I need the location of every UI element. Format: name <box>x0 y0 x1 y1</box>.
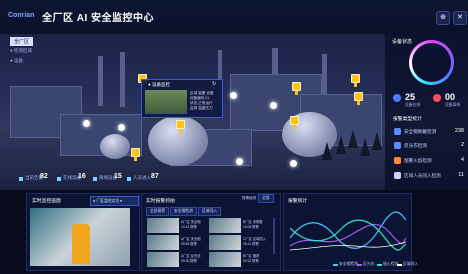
legend-swatch <box>357 264 362 266</box>
status-ring-chart <box>409 40 454 85</box>
legend-swatch <box>377 264 382 266</box>
thumb-time: 09:41 报警 <box>243 242 259 246</box>
thumb-time: 09:22 报警 <box>243 259 259 263</box>
tree-shape <box>322 142 332 160</box>
stat-value: 87 <box>151 173 159 180</box>
online-count: 25 <box>405 92 416 102</box>
alarm-type-label: 烟雾火焰检测 <box>404 158 432 163</box>
alarm-thumbnail[interactable] <box>209 218 241 233</box>
vest-icon <box>394 142 401 149</box>
person-icon <box>127 177 131 181</box>
camera-point-icon[interactable] <box>83 120 90 127</box>
filter-label: 报警级别 <box>242 196 257 200</box>
helmet-icon <box>394 128 401 135</box>
device-icon <box>57 177 61 181</box>
tree-item[interactable]: ● 检测区域 <box>10 48 32 54</box>
alarm-panel-title: 实时报警抓拍 <box>146 199 175 204</box>
thumb-time: 09:30 报警 <box>181 259 197 263</box>
close-icon[interactable]: ✕ <box>453 11 467 25</box>
popup-snapshot-image <box>145 90 187 114</box>
popup-line: 监测 温度压力 <box>190 106 213 110</box>
stat-value: 16 <box>78 173 86 180</box>
online-icon <box>393 94 401 102</box>
alarm-thumbnail[interactable] <box>147 235 179 250</box>
warning-marker-icon[interactable] <box>176 120 185 133</box>
alarm-type-label: 区域人员闯入检测 <box>404 173 441 178</box>
online-label: 设备在线 <box>405 103 421 107</box>
thumb-time: 10:12 报警 <box>181 225 197 229</box>
camera-point-icon[interactable] <box>230 92 237 99</box>
alarm-type-value: 11 <box>458 172 464 178</box>
warning-marker-icon[interactable] <box>351 74 360 87</box>
chimney-shape <box>120 52 125 107</box>
stat-value: 15 <box>114 173 122 180</box>
panel-title: 设备状态 <box>392 39 413 45</box>
worker-figure <box>72 224 90 264</box>
alarm-type-label: 反光衣检测 <box>404 143 427 148</box>
stat-label: 人员进入 <box>133 175 151 180</box>
legend-label: 安全帽检测 <box>339 262 358 266</box>
warning-marker-icon[interactable] <box>292 82 301 95</box>
camera-point-icon[interactable] <box>236 158 243 165</box>
list-scrollbar[interactable] <box>273 218 275 254</box>
offline-label: 设备离线 <box>445 103 461 107</box>
legend-swatch <box>397 264 402 266</box>
legend-label: 反光衣 <box>363 262 375 266</box>
device-info-popup: ● 设备监控 ↻ 区域 装置 设备 设备编码 01 状态 正常运行 监测 温度压… <box>141 79 223 118</box>
storage-tank <box>100 134 130 159</box>
video-panel-title: 实时监控画面 <box>32 199 61 204</box>
tree-shape <box>336 136 346 154</box>
alarm-type-value: 4 <box>460 157 464 163</box>
tree-shape <box>372 132 382 150</box>
alarm-type-value: 238 <box>454 128 464 134</box>
trend-line-chart <box>290 211 406 251</box>
summary-stat-bar: 当前告警 82 在线设备 16 离线设备 15 人员进入 87 <box>0 172 385 186</box>
tree-shape <box>360 138 370 156</box>
brand-logo: Conrian <box>8 12 35 19</box>
tab-intrusion[interactable]: 区域闯入 <box>198 207 222 216</box>
refresh-icon[interactable]: ↻ <box>212 81 216 87</box>
alarm-type-title: 报警类型统计 <box>393 117 422 122</box>
offline-icon <box>93 177 97 181</box>
alarm-thumbnail[interactable] <box>147 252 179 267</box>
legend-swatch <box>333 264 338 266</box>
tree-shape <box>348 130 358 148</box>
intrusion-icon <box>394 172 401 179</box>
legend-label: 区域闯入 <box>403 262 419 266</box>
tree-item[interactable]: ● 设备 <box>10 58 23 64</box>
tab-helmet[interactable]: 安全帽检测 <box>170 207 197 216</box>
alarm-type-label: 安全帽佩戴检测 <box>404 129 437 134</box>
camera-point-icon[interactable] <box>270 102 277 109</box>
popup-title: ● 设备监控 <box>148 82 170 87</box>
warning-marker-icon[interactable] <box>290 116 299 129</box>
trend-panel-title: 报警统计 <box>288 199 308 204</box>
fire-icon <box>394 157 401 164</box>
offline-count: 00 <box>445 92 456 102</box>
chimney-shape <box>98 56 103 106</box>
warning-marker-icon[interactable] <box>354 92 363 105</box>
thumb-time: 09:55 报警 <box>181 242 197 246</box>
tab-all-alarms[interactable]: 全部报警 <box>146 207 170 216</box>
camera-select-dropdown[interactable]: ● 厂区监控点位 ▾ <box>90 196 139 206</box>
offline-icon <box>433 94 441 102</box>
thumb-time: 10:08 报警 <box>243 225 259 229</box>
alarm-thumbnail[interactable] <box>209 235 241 250</box>
alarm-thumbnail[interactable] <box>147 218 179 233</box>
filter-dropdown[interactable]: 全部 <box>258 194 274 203</box>
camera-point-icon[interactable] <box>118 124 125 131</box>
target-icon[interactable]: ⊕ <box>436 11 450 25</box>
factory-selector-button[interactable]: 全厂区 <box>10 37 34 46</box>
page-title: 全厂区 AI 安全监控中心 <box>42 13 155 24</box>
legend-label: 烟火检测 <box>383 262 399 266</box>
alarm-type-value: 2 <box>460 142 464 148</box>
alarm-thumbnail[interactable] <box>209 252 241 267</box>
stat-value: 82 <box>40 173 48 180</box>
camera-point-icon[interactable] <box>290 160 297 167</box>
alarm-icon <box>19 177 23 181</box>
warning-marker-icon[interactable] <box>131 148 140 161</box>
